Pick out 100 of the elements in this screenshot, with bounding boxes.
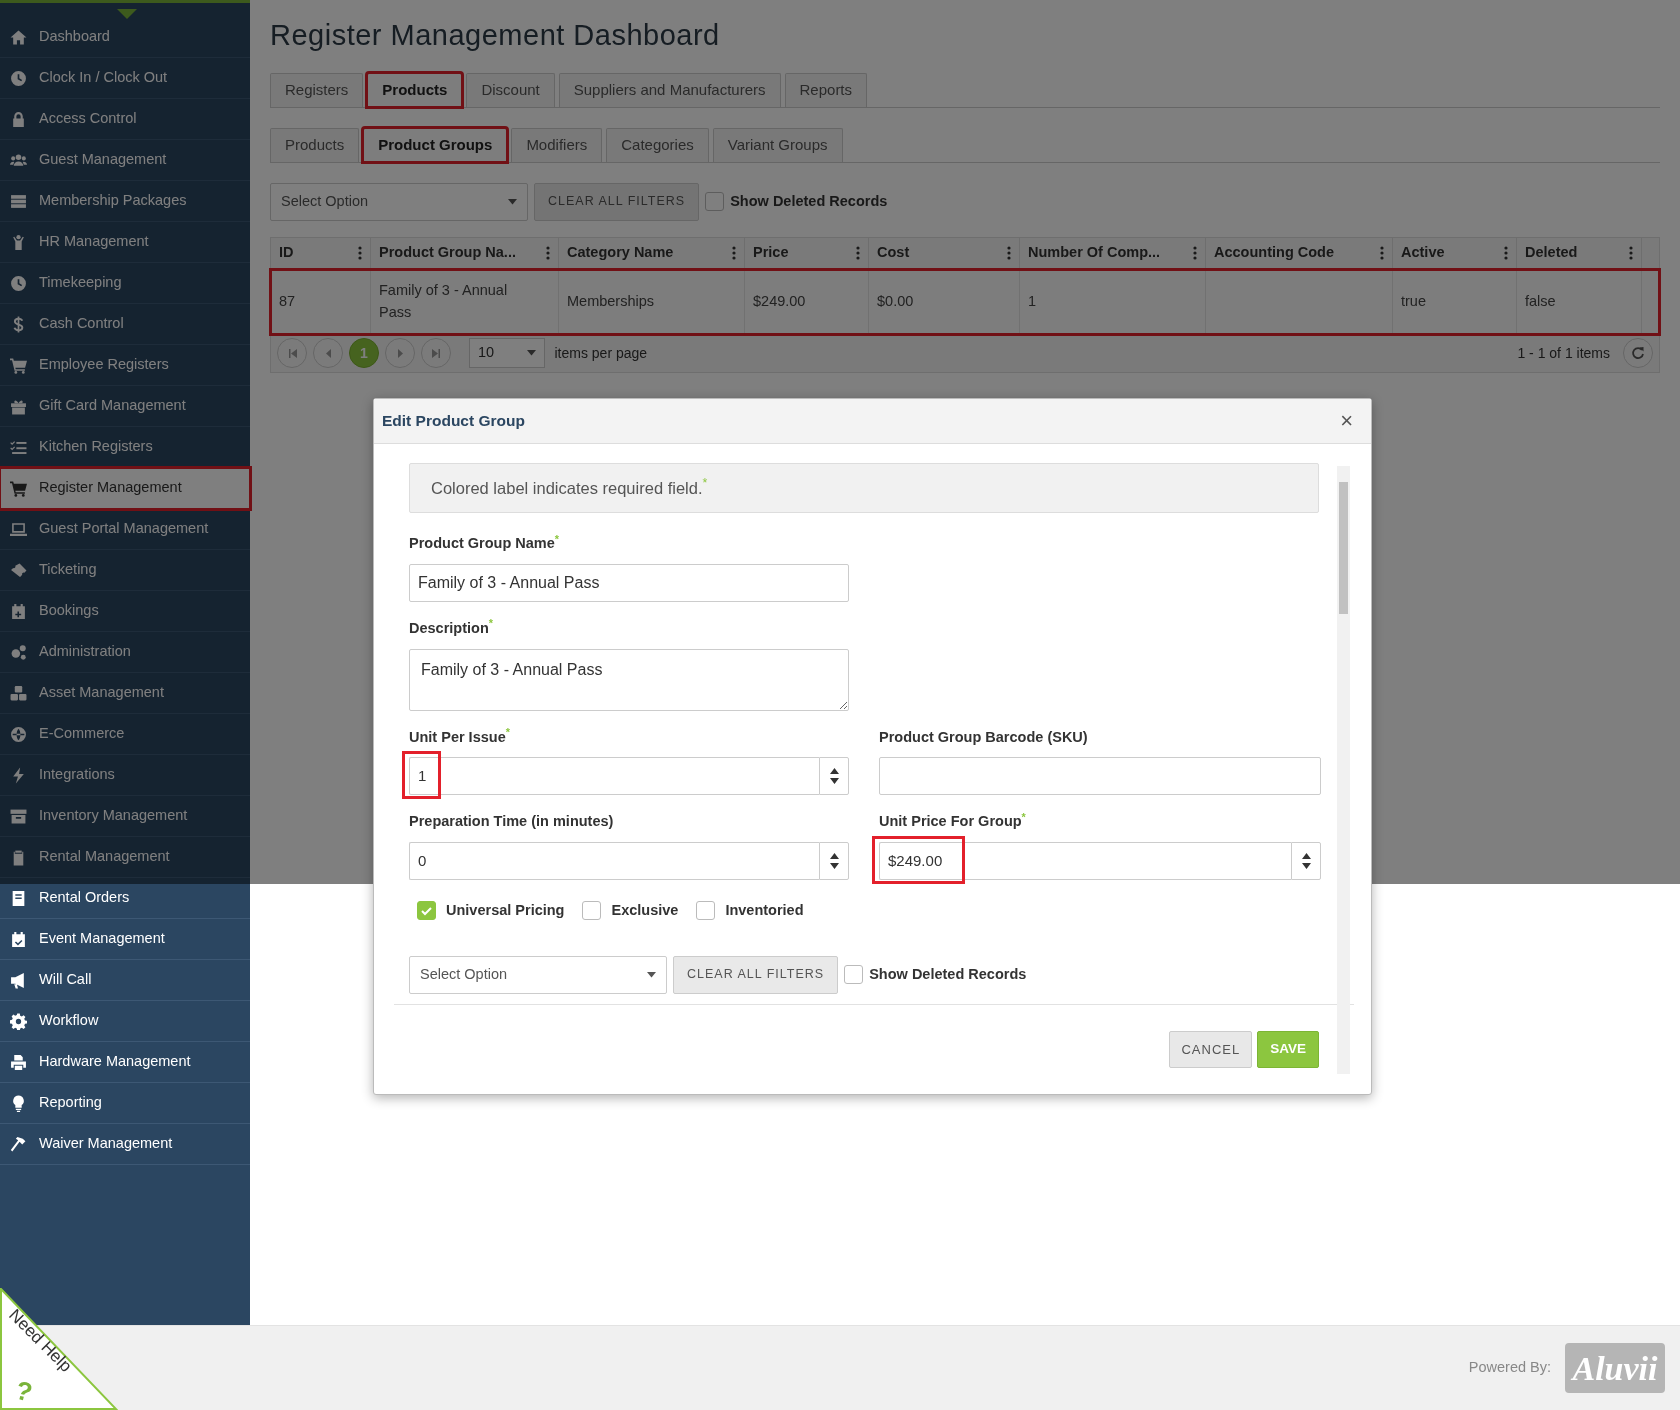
sidebar-item[interactable]: Integrations [0, 755, 250, 796]
spinner-icon [1301, 853, 1311, 869]
stack-icon [10, 192, 27, 210]
field-label: Product Group Name$^{*}$ [409, 533, 561, 553]
sidebar-item[interactable]: Ticketing [0, 550, 250, 591]
globe-icon [10, 725, 27, 743]
sidebar-item[interactable]: Waiver Management [0, 1124, 250, 1165]
kebab-menu-icon[interactable] [1504, 246, 1508, 261]
kebab-menu-icon[interactable] [546, 246, 550, 261]
first-page-icon [287, 348, 297, 358]
sidebar-item[interactable]: Bookings [0, 591, 250, 632]
number-field[interactable]: 1 [409, 757, 819, 796]
column-title: Product Group Na... [379, 243, 516, 263]
sidebar-item[interactable]: E-Commerce [0, 714, 250, 755]
previous-icon [323, 348, 333, 358]
table-cell-text: Family of 3 - Annual Pass [379, 281, 509, 322]
sidebar-item[interactable]: Workflow [0, 1001, 250, 1042]
tab[interactable]: Discount [466, 72, 555, 107]
next-icon [395, 348, 405, 358]
sidebar-item[interactable]: Timekeeping [0, 263, 250, 304]
page-size-dropdown[interactable]: 10 [469, 338, 545, 369]
sidebar-item[interactable]: Rental Management [0, 837, 250, 878]
table-cell-text: Memberships [567, 291, 655, 311]
tab[interactable]: Categories [606, 127, 709, 162]
sidebar-item[interactable]: Register Management [0, 468, 250, 509]
sidebar-item[interactable]: Membership Packages [0, 181, 250, 222]
sidebar-item[interactable]: Employee Registers [0, 345, 250, 386]
checkbox-label: Inventoried [725, 901, 804, 920]
select-dropdown[interactable]: Select Option [270, 182, 528, 221]
tab[interactable]: Modifiers [511, 127, 603, 162]
sidebar-item[interactable]: Asset Management [0, 673, 250, 714]
pager-summary: 1 - 1 of 1 items [1517, 343, 1610, 363]
sidebar-item[interactable]: Guest Portal Management [0, 509, 250, 550]
caret-icon [647, 971, 656, 978]
text-area[interactable]: Family of 3 - Annual Pass [409, 648, 849, 711]
spinner-button[interactable] [1291, 842, 1321, 880]
input-field[interactable] [879, 757, 1321, 796]
sidebar-item[interactable]: Rental Orders [0, 878, 250, 919]
checkbox[interactable] [582, 901, 602, 921]
column-title: Number Of Comp... [1028, 243, 1161, 263]
page-size-label: items per page [554, 343, 648, 363]
tab[interactable]: Suppliers and Manufacturers [558, 72, 781, 107]
number-field[interactable]: 0 [409, 842, 819, 880]
clear-filters-button[interactable]: CLEAR ALL FILTERS [673, 955, 839, 994]
sidebar-item[interactable]: Guest Management [0, 140, 250, 181]
tab[interactable]: Registers [270, 72, 364, 107]
checkbox[interactable] [844, 965, 864, 985]
calendar-icon [10, 602, 27, 620]
printer-icon [10, 1053, 27, 1071]
table-cell-text: false [1525, 291, 1556, 311]
sidebar-item[interactable]: Event Management [0, 919, 250, 960]
kebab-menu-icon[interactable] [732, 246, 736, 261]
sidebar-item[interactable]: HR Management [0, 222, 250, 263]
select-dropdown[interactable]: Select Option [409, 955, 667, 994]
megaphone-icon [10, 971, 27, 989]
column-title: ID [279, 243, 294, 263]
checkbox[interactable] [417, 901, 436, 921]
kebab-menu-icon[interactable] [856, 246, 860, 261]
number-field[interactable]: $249.00 [879, 842, 1291, 880]
sidebar-item[interactable]: Reporting [0, 1083, 250, 1124]
sidebar-item[interactable]: Will Call [0, 960, 250, 1001]
scrollbar[interactable] [1337, 466, 1350, 1074]
sidebar-item[interactable]: Access Control [0, 99, 250, 140]
column-title: Accounting Code [1214, 243, 1335, 263]
tab[interactable]: Products [270, 127, 360, 162]
sidebar-item[interactable]: Hardware Management [0, 1042, 250, 1083]
sidebar-item[interactable]: Cash Control [0, 304, 250, 345]
tab[interactable]: Product Groups [363, 127, 508, 162]
sidebar-item[interactable]: Inventory Management [0, 796, 250, 837]
notice-text: Colored label indicates required field.$^{*}$ [431, 475, 708, 499]
tab[interactable]: Reports [784, 72, 868, 107]
checkbox[interactable] [705, 192, 725, 212]
tab[interactable]: Products [367, 72, 463, 107]
kebab-menu-icon[interactable] [1007, 246, 1011, 261]
spinner-button[interactable] [819, 842, 849, 880]
kebab-menu-icon[interactable] [1629, 246, 1633, 261]
help-tab[interactable] [0, 1288, 118, 1410]
cancel-button[interactable]: CANCEL [1169, 1030, 1253, 1068]
sidebar-item[interactable]: Gift Card Management [0, 386, 250, 427]
kebab-menu-icon[interactable] [1380, 246, 1384, 261]
sidebar-item[interactable]: Clock In / Clock Out [0, 58, 250, 99]
table-row[interactable]: 87 Family of 3 - Annual Pass Memberships $249.00 $0.00 1 true false [271, 269, 1659, 334]
close-button[interactable]: × [1334, 410, 1359, 432]
checkbox[interactable] [696, 901, 716, 921]
field-label: Unit Per Issue$^{*}$ [409, 726, 511, 747]
input-field[interactable]: Family of 3 - Annual Pass [409, 563, 849, 602]
spinner-button[interactable] [819, 757, 849, 796]
ticket-icon [10, 561, 27, 579]
kebab-menu-icon[interactable] [358, 246, 362, 261]
field-label: Product Group Barcode (SKU) [879, 727, 1089, 747]
kebab-menu-icon[interactable] [1193, 246, 1197, 261]
sidebar-item[interactable]: Administration [0, 632, 250, 673]
table-cell-text: true [1401, 291, 1426, 311]
calendar-check-icon [10, 930, 27, 948]
checkbox-label: Show Deleted Records [730, 191, 888, 211]
powered-by-label: Powered By: [1468, 1358, 1551, 1378]
refresh-button[interactable] [1623, 338, 1653, 369]
tab[interactable]: Variant Groups [712, 127, 843, 162]
column-title: Active [1401, 243, 1445, 263]
clear-filters-button[interactable]: CLEAR ALL FILTERS [534, 182, 700, 221]
